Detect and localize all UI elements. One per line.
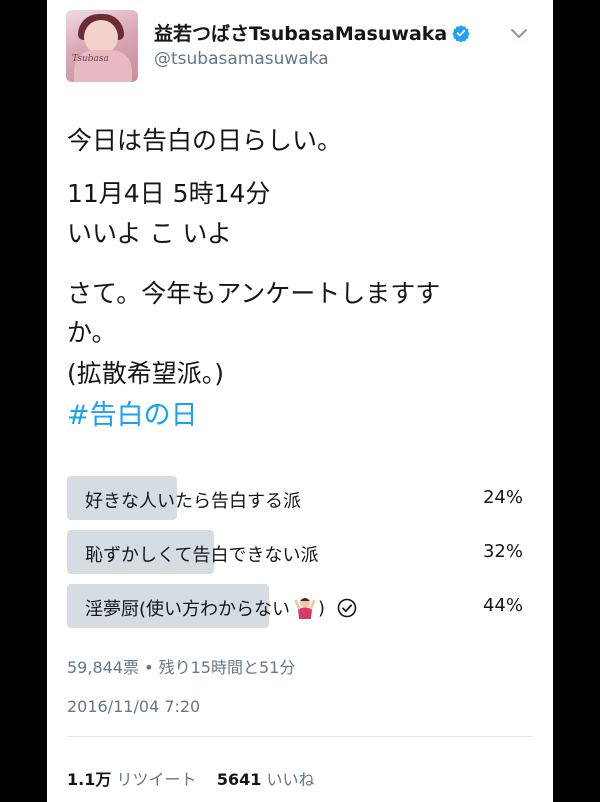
tweet-text-line: 今日は告白の日らしい。	[67, 126, 343, 155]
chevron-down-icon[interactable]	[510, 28, 528, 40]
retweet-count[interactable]: 1.1万	[67, 770, 111, 789]
tweet-text-line: 11月4日 5時14分	[67, 179, 271, 208]
poll-option-label: 恥ずかしくて告白できない派	[85, 545, 319, 566]
like-count[interactable]: 5641	[217, 770, 262, 789]
tweet-text-line: か。	[67, 318, 117, 347]
poll-option: 恥ずかしくて告白できない派 32%	[67, 530, 523, 574]
avatar[interactable]: Tsubasa	[66, 10, 138, 82]
like-label[interactable]: いいね	[266, 770, 314, 789]
poll-option-label: 好きな人いたら告白する派	[85, 491, 301, 512]
author-line: 益若つばさTsubasaMasuwaka	[154, 19, 470, 46]
poll-percent: 24%	[482, 487, 523, 508]
poll-meta: 59,844票 • 残り15時間と51分	[67, 654, 295, 678]
poll-option-label: 淫夢厨(使い方わからない	[85, 599, 291, 620]
verified-badge-icon	[452, 24, 470, 42]
poll-option: 好きな人いたら告白する派 24%	[67, 476, 523, 520]
vote-check-icon	[337, 598, 357, 618]
retweet-label[interactable]: リツイート	[116, 770, 196, 789]
author-handle[interactable]: @tsubasamasuwaka	[154, 49, 329, 69]
time-remaining: 残り15時間と51分	[158, 658, 296, 677]
hashtag-link[interactable]: #告白の日	[67, 393, 198, 432]
avatar-signature: Tsubasa	[72, 54, 109, 64]
vote-count: 59,844票	[67, 658, 139, 677]
tweet-card: Tsubasa 益若つばさTsubasaMasuwaka @tsubasamas…	[47, 0, 553, 802]
poll-percent: 32%	[482, 541, 523, 562]
author-name[interactable]: 益若つばさTsubasaMasuwaka	[154, 19, 447, 46]
poll-option-label-end: )	[318, 597, 326, 619]
tweet-text-line: いいよ こ いよ	[67, 219, 232, 248]
tweet-text-line: (拡散希望派。)	[67, 359, 225, 388]
tweet-timestamp[interactable]: 2016/11/04 7:20	[67, 697, 200, 716]
divider	[67, 736, 533, 737]
emoji-icon	[292, 596, 318, 620]
meta-separator: •	[144, 658, 154, 677]
engagement-stats: 1.1万 リツイート 5641 いいね	[67, 766, 314, 790]
poll-percent: 44%	[482, 595, 523, 616]
tweet-text-line: さて。今年もアンケートしますす	[67, 279, 441, 308]
poll-option-selected: 淫夢厨(使い方わからない ) 44%	[67, 584, 523, 628]
